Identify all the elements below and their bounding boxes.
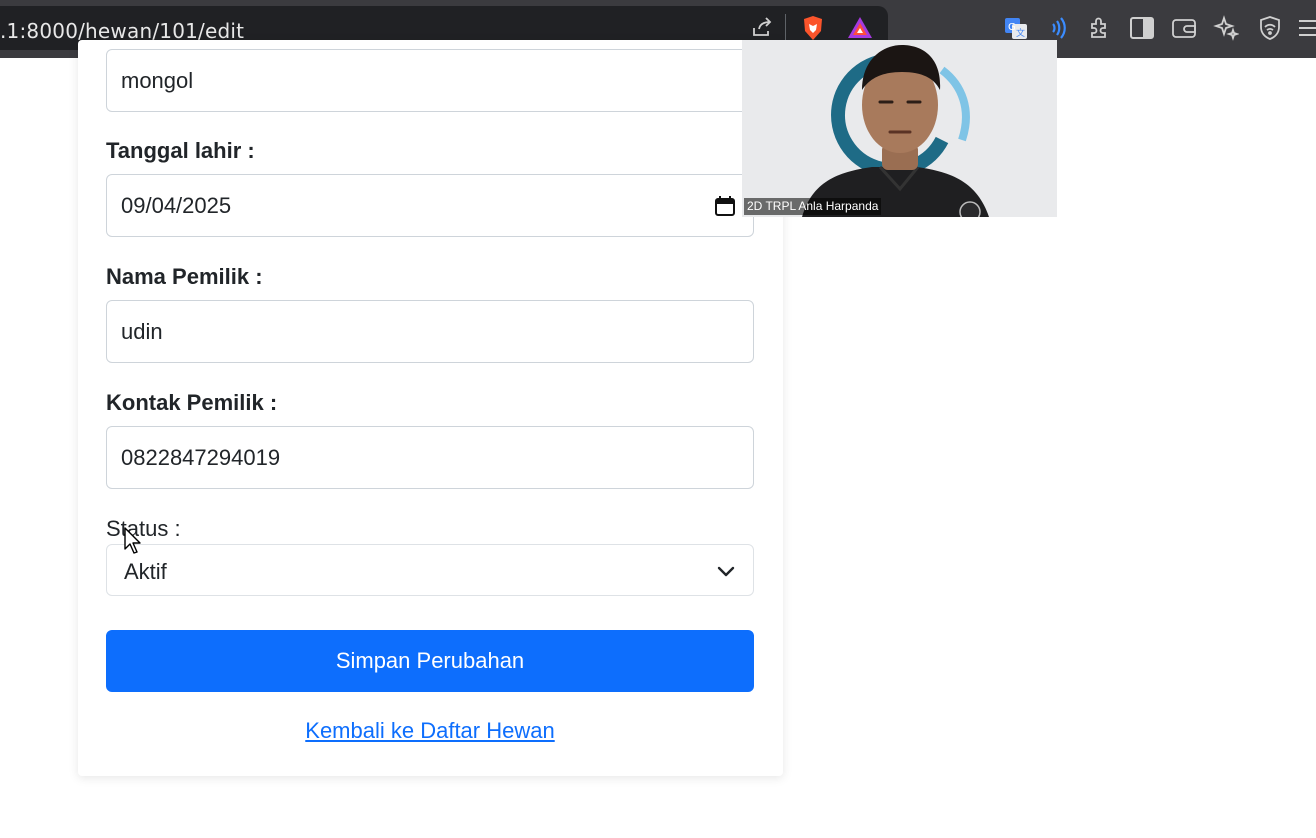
kontak-pemilik-input[interactable]	[106, 426, 754, 489]
sidebar-icon[interactable]	[1127, 13, 1157, 43]
participant-video	[742, 40, 1057, 217]
menu-icon[interactable]	[1294, 13, 1316, 43]
simpan-perubahan-button[interactable]: Simpan Perubahan	[106, 630, 754, 692]
video-call-tile[interactable]: 2D TRPL Anla Harpanda	[742, 40, 1057, 217]
nama-pemilik-input[interactable]	[106, 300, 754, 363]
nama-pemilik-label: Nama Pemilik :	[106, 264, 263, 289]
brave-rewards-icon[interactable]	[845, 13, 875, 43]
extensions-icon[interactable]	[1085, 13, 1115, 43]
jenis-input[interactable]	[106, 49, 754, 112]
kontak-pemilik-label: Kontak Pemilik :	[106, 390, 278, 415]
vpn-icon[interactable]	[1255, 13, 1285, 43]
status-selected-value: Aktif	[124, 559, 167, 584]
toolbar-divider	[785, 14, 786, 42]
status-select[interactable]: Aktif	[106, 544, 754, 596]
participant-name: 2D TRPL Anla Harpanda	[744, 198, 882, 215]
mouse-cursor-icon	[124, 527, 141, 554]
share-icon[interactable]	[747, 13, 777, 43]
kembali-link[interactable]: Kembali ke Daftar Hewan	[106, 718, 754, 744]
tanggal-lahir-input[interactable]	[106, 174, 754, 237]
chevron-down-icon	[717, 566, 735, 577]
leo-ai-icon[interactable]	[1211, 13, 1241, 43]
brave-shield-icon[interactable]	[798, 13, 828, 43]
tanggal-lahir-label: Tanggal lahir :	[106, 138, 255, 163]
calendar-icon[interactable]	[713, 194, 737, 218]
translate-icon[interactable]: G文	[1001, 13, 1031, 43]
speech-icon[interactable]	[1043, 13, 1073, 43]
wallet-icon[interactable]	[1169, 13, 1199, 43]
svg-text:G: G	[1008, 22, 1016, 33]
svg-text:文: 文	[1016, 27, 1025, 39]
